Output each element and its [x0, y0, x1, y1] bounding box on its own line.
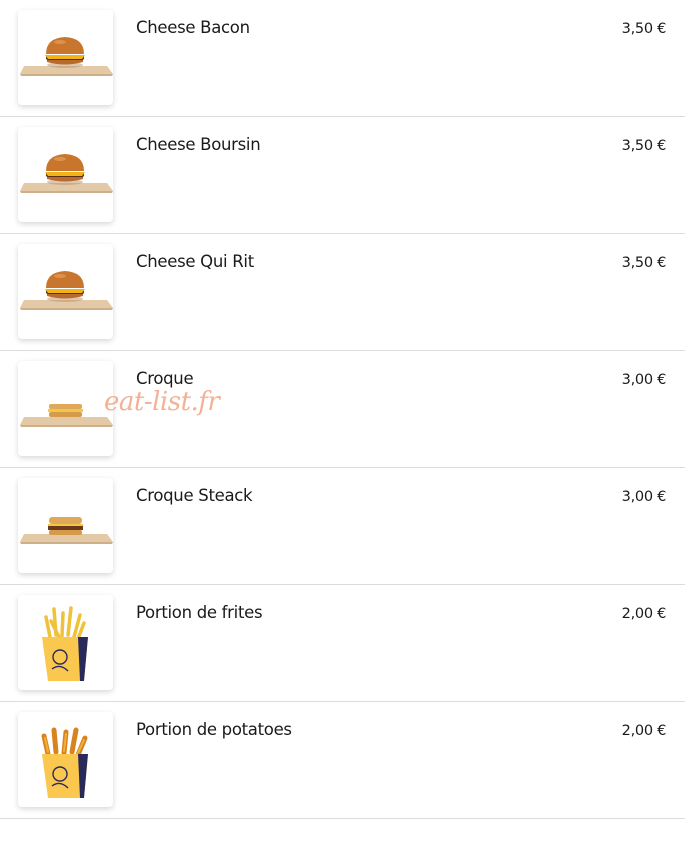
item-price: 3,50 €	[621, 138, 667, 154]
menu-item-croque[interactable]: Croque 3,00 €	[0, 351, 685, 468]
item-name: Croque	[136, 369, 194, 388]
menu-item-portion-de-potatoes[interactable]: Portion de potatoes 2,00 €	[0, 702, 685, 819]
menu-item-cheese-boursin[interactable]: Cheese Boursin 3,50 €	[0, 117, 685, 234]
menu-item-cheese-qui-rit[interactable]: Cheese Qui Rit 3,50 €	[0, 234, 685, 351]
burger-image[interactable]	[18, 127, 113, 222]
item-price: 3,00 €	[621, 372, 667, 388]
item-price: 2,00 €	[621, 723, 667, 739]
item-name: Cheese Bacon	[136, 18, 250, 37]
menu-item-portion-de-frites[interactable]: Portion de frites 2,00 €	[0, 585, 685, 702]
potatoes-image[interactable]	[18, 712, 113, 807]
fries-image[interactable]	[18, 595, 113, 690]
item-price: 3,50 €	[621, 255, 667, 271]
item-name: Cheese Boursin	[136, 135, 261, 154]
item-price: 2,00 €	[621, 606, 667, 622]
croque-image[interactable]	[18, 361, 113, 456]
item-price: 3,50 €	[621, 21, 667, 37]
menu-list: Cheese Bacon 3,50 € Cheese Boursin 3,50 …	[0, 0, 685, 819]
menu-item-croque-steack[interactable]: Croque Steack 3,00 €	[0, 468, 685, 585]
menu-item-cheese-bacon[interactable]: Cheese Bacon 3,50 €	[0, 0, 685, 117]
burger-image[interactable]	[18, 244, 113, 339]
item-name: Portion de frites	[136, 603, 263, 622]
croque-steack-image[interactable]	[18, 478, 113, 573]
item-name: Cheese Qui Rit	[136, 252, 254, 271]
burger-image[interactable]	[18, 10, 113, 105]
item-name: Croque Steack	[136, 486, 253, 505]
item-name: Portion de potatoes	[136, 720, 292, 739]
item-price: 3,00 €	[621, 489, 667, 505]
